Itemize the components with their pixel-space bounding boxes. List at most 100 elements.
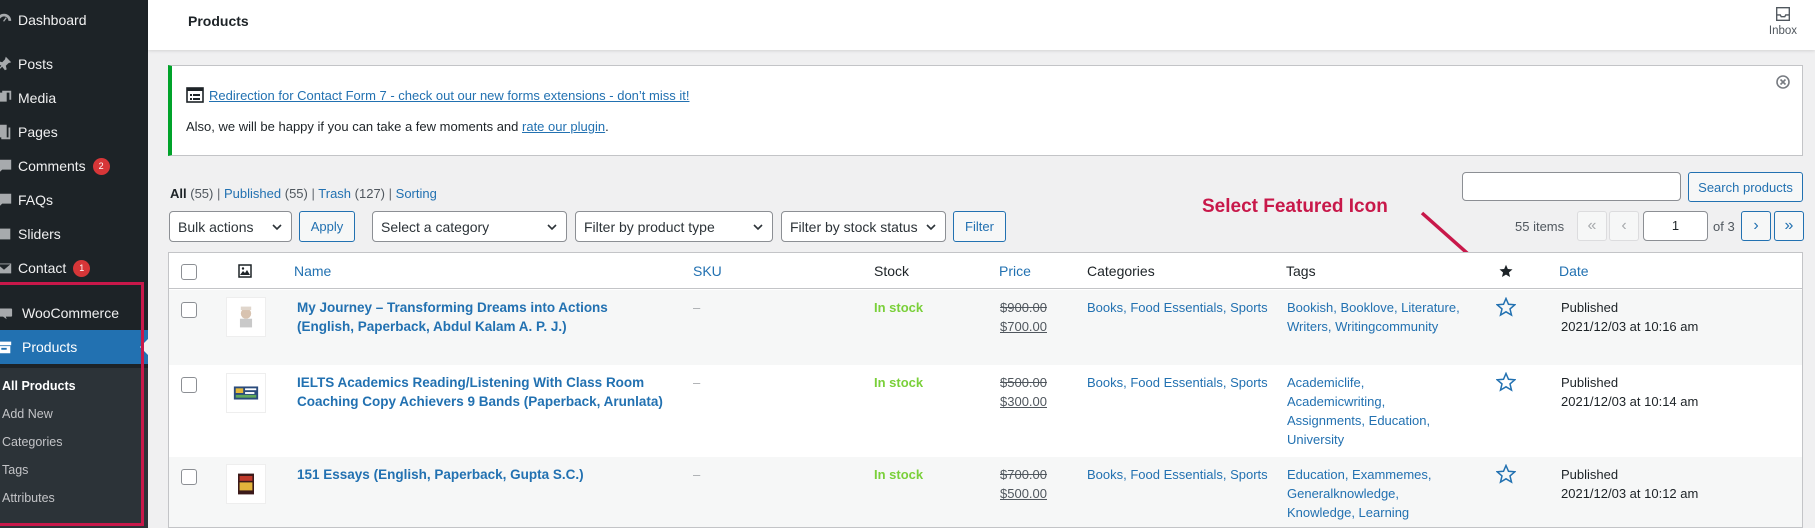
separator: | — [311, 186, 315, 201]
sidebar-item-comments[interactable]: Comments 2 — [0, 149, 148, 183]
tags-links[interactable]: Bookish, Booklove, Literature, Writers, W… — [1287, 298, 1460, 336]
table-row: 151 Essays (English, Paperback, Gupta S.… — [169, 457, 1802, 527]
column-stock: Stock — [874, 263, 910, 279]
featured-toggle-star-icon[interactable] — [1496, 372, 1516, 392]
row-checkbox[interactable] — [181, 302, 197, 318]
pin-icon — [0, 54, 14, 74]
inbox-icon — [1776, 7, 1790, 21]
select-all-checkbox[interactable] — [181, 264, 197, 280]
apply-button[interactable]: Apply — [299, 211, 355, 242]
product-thumbnail[interactable] — [226, 373, 266, 413]
status-views: All (55) | Published (55) | Trash (127) … — [170, 186, 437, 201]
sidebar-item-label: Posts — [18, 56, 54, 72]
column-date[interactable]: Date — [1559, 263, 1589, 279]
sidebar-item-label: Dashboard — [18, 12, 87, 28]
product-thumbnail[interactable] — [226, 297, 266, 337]
sidebar-item-label: Media — [18, 90, 57, 106]
chevron-down-icon — [753, 224, 763, 231]
tags-links[interactable]: Education, Exammemes, Generalknowledge, Kn… — [1287, 465, 1432, 522]
notice-link[interactable]: Redirection for Contact Form 7 - check o… — [209, 88, 689, 103]
total-pages: of 3 — [1713, 219, 1735, 234]
dismiss-icon[interactable] — [1776, 75, 1790, 89]
annotation-label: Select Featured Icon — [1202, 196, 1388, 217]
categories-links[interactable]: Books, Food Essentials, Sports — [1087, 298, 1268, 317]
date-value: Published 2021/12/03 at 10:16 am — [1561, 300, 1699, 334]
search-products-button[interactable]: Search products — [1688, 172, 1803, 202]
product-thumbnail[interactable] — [226, 464, 266, 504]
sku-value: – — [693, 467, 701, 482]
tags-links[interactable]: Academiclife, Academicwriting, Assignments… — [1287, 373, 1430, 449]
view-all[interactable]: All (55) — [170, 186, 213, 201]
separator: | — [388, 186, 393, 201]
sidebar-item-faqs[interactable]: FAQs — [0, 183, 148, 217]
form-icon — [186, 87, 204, 103]
comments-icon — [0, 156, 14, 176]
filter-button[interactable]: Filter — [953, 211, 1006, 242]
column-price[interactable]: Price — [999, 263, 1031, 279]
view-published[interactable]: Published (55) — [224, 186, 308, 201]
date-value: Published 2021/12/03 at 10:12 am — [1561, 467, 1699, 501]
featured-toggle-star-icon[interactable] — [1496, 464, 1516, 484]
featured-star-icon[interactable] — [1499, 264, 1513, 278]
sidebar-item-media[interactable]: Media — [0, 81, 148, 115]
categories-links[interactable]: Books, Food Essentials, Sports — [1087, 465, 1268, 484]
dashboard-icon — [0, 10, 14, 30]
stock-status-select[interactable]: Filter by stock status — [781, 211, 946, 242]
column-sku[interactable]: SKU — [693, 263, 722, 279]
sidebar-item-dashboard[interactable]: Dashboard — [0, 3, 148, 37]
product-name-link[interactable]: 151 Essays (English, Paperback, Gupta S.… — [297, 465, 584, 484]
notice-text: Also, we will be happy if you can take a… — [186, 119, 523, 134]
product-type-select[interactable]: Filter by product type — [575, 211, 773, 242]
prev-page-button[interactable]: ‹ — [1609, 211, 1639, 241]
column-name[interactable]: Name — [294, 263, 331, 279]
column-tags: Tags — [1286, 263, 1316, 279]
items-count: 55 items — [1515, 219, 1565, 234]
chevron-down-icon — [926, 224, 936, 231]
search-input[interactable] — [1462, 172, 1681, 201]
slider-icon — [0, 224, 14, 244]
top-header: Products Inbox — [148, 0, 1815, 50]
view-sorting[interactable]: Sorting — [396, 186, 437, 201]
pages-icon — [0, 122, 14, 142]
current-page-input[interactable]: 1 — [1643, 211, 1708, 241]
sidebar-item-label: Comments — [18, 158, 86, 174]
product-name-link[interactable]: My Journey – Transforming Dreams into Ac… — [297, 298, 608, 336]
sidebar-item-pages[interactable]: Pages — [0, 115, 148, 149]
sidebar-item-label: Sliders — [18, 226, 61, 242]
categories-links[interactable]: Books, Food Essentials, Sports — [1087, 373, 1268, 392]
chevron-down-icon — [547, 224, 557, 231]
featured-toggle-star-icon[interactable] — [1496, 297, 1516, 317]
view-trash[interactable]: Trash (127) — [318, 186, 385, 201]
next-page-button[interactable]: › — [1741, 211, 1771, 241]
product-name-link[interactable]: IELTS Academics Reading/Listening With C… — [297, 373, 663, 411]
table-row: IELTS Academics Reading/Listening With C… — [169, 365, 1802, 457]
row-checkbox[interactable] — [181, 469, 197, 485]
sidebar-item-sliders[interactable]: Sliders — [0, 217, 148, 251]
first-page-button[interactable]: « — [1577, 211, 1607, 241]
sidebar-item-label: Pages — [18, 124, 58, 140]
chevron-down-icon — [272, 224, 282, 231]
annotation-highlight-box — [0, 282, 144, 526]
comments-count-badge: 2 — [92, 157, 110, 175]
sidebar-item-posts[interactable]: Posts — [0, 47, 148, 81]
price-value: $900.00 $700.00 — [1000, 300, 1047, 334]
row-checkbox[interactable] — [181, 377, 197, 393]
admin-sidebar: Dashboard Posts Media Pages Comments 2 F… — [0, 0, 148, 528]
stock-status-value: Filter by stock status — [790, 218, 918, 235]
sidebar-item-label: FAQs — [18, 192, 54, 208]
rate-plugin-link[interactable]: rate our plugin — [522, 119, 605, 134]
category-value: Select a category — [381, 218, 490, 235]
inbox-button[interactable]: Inbox — [1763, 5, 1803, 37]
inbox-label: Inbox — [1768, 25, 1798, 37]
last-page-button[interactable]: » — [1774, 211, 1804, 241]
date-value: Published 2021/12/03 at 10:14 am — [1561, 375, 1699, 409]
bulk-actions-select[interactable]: Bulk actions — [169, 211, 292, 242]
sidebar-item-contact[interactable]: Contact 1 — [0, 251, 148, 285]
category-select[interactable]: Select a category — [372, 211, 567, 242]
stock-status: In stock — [874, 467, 924, 482]
mail-icon — [0, 258, 14, 278]
bulk-actions-value: Bulk actions — [178, 218, 254, 235]
product-type-value: Filter by product type — [584, 218, 715, 235]
column-categories: Categories — [1087, 263, 1155, 279]
plugin-notice: Redirection for Contact Form 7 - check o… — [168, 65, 1803, 156]
